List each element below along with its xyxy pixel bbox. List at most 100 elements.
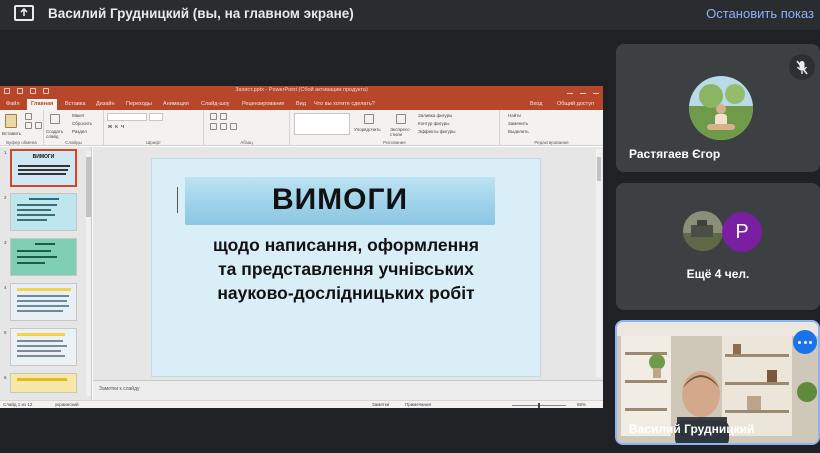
slide-editor: ВИМОГИ щодо написання, оформлення та пре… [93, 147, 603, 400]
tab-insert[interactable]: Вставка [65, 101, 85, 107]
thumb-line [17, 262, 45, 264]
thumb-line [18, 173, 66, 175]
copy-icon[interactable] [25, 122, 32, 129]
slide-thumbnail-5[interactable] [10, 328, 77, 366]
drawing-group-label: Рисование [383, 140, 406, 145]
current-slide[interactable]: ВИМОГИ щодо написання, оформлення та пре… [151, 158, 541, 377]
scrollbar-thumb[interactable] [86, 157, 91, 217]
tab-animations[interactable]: Анимация [163, 101, 189, 107]
window-controls [567, 88, 599, 94]
arrange-icon[interactable] [364, 114, 374, 124]
new-slide-icon[interactable] [50, 114, 60, 124]
tab-slideshow[interactable]: Слайд-шоу [201, 101, 230, 107]
select-button[interactable]: Выделить [508, 129, 529, 134]
tab-view[interactable]: Вид [296, 101, 306, 107]
presenting-bar: Василий Грудницкий (вы, на главном экран… [0, 0, 820, 30]
tab-home[interactable]: Главная [27, 99, 58, 110]
format-painter-icon[interactable] [35, 122, 42, 129]
stop-presenting-button[interactable]: Остановить показ [706, 6, 814, 21]
find-button[interactable]: Найти [508, 113, 521, 118]
thumb-number: 5 [4, 330, 7, 335]
notes-pane[interactable]: Заметки к слайду [93, 380, 603, 400]
thumb-number: 6 [4, 375, 7, 380]
shape-outline-button[interactable]: Контур фигуры [418, 121, 449, 126]
maximize-icon[interactable] [580, 88, 586, 94]
zoom-slider-handle[interactable] [538, 402, 540, 408]
group-drawing: Упорядочить Экспресс-стили Заливка фигур… [290, 110, 500, 146]
slide-thumbnail-2[interactable] [10, 193, 77, 231]
zoom-level[interactable]: 65% [577, 402, 586, 407]
align-left-icon[interactable] [210, 123, 217, 130]
bullets-icon[interactable] [210, 113, 217, 120]
new-slide-button[interactable]: Создать слайд [46, 129, 70, 139]
slide-subtitle-line: щодо написання, оформлення [213, 235, 479, 255]
quick-styles-button[interactable]: Экспресс-стили [390, 127, 412, 137]
thumbnails-scrollbar[interactable] [86, 151, 91, 396]
ribbon: Вставить Буфер обмена Создать слайд Маке… [0, 110, 603, 146]
scrollbar-thumb[interactable] [597, 157, 601, 181]
quick-styles-icon[interactable] [396, 114, 406, 124]
more-options-button[interactable] [793, 330, 817, 354]
notes-toggle[interactable]: Заметки [372, 402, 389, 407]
layout-button[interactable]: Макет [72, 113, 85, 118]
shape-effects-button[interactable]: Эффекты фигуры [418, 129, 456, 134]
slide-thumbnail-1[interactable]: ВИМОГИ [10, 149, 77, 187]
tab-file[interactable]: Файл [6, 101, 20, 107]
slide-subtitle-line: та представлення учнівських [218, 259, 474, 279]
minimize-icon[interactable] [567, 88, 573, 94]
language-indicator[interactable]: украинский [55, 402, 78, 407]
presenter-title: Василий Грудницкий (вы, на главном экран… [48, 6, 354, 21]
align-center-icon[interactable] [220, 123, 227, 130]
comments-toggle[interactable]: Примечания [405, 402, 431, 407]
share-button[interactable]: Общий доступ [557, 101, 594, 107]
section-button[interactable]: Раздел [72, 129, 87, 134]
font-size-select[interactable] [149, 113, 163, 121]
cut-icon[interactable] [25, 113, 32, 120]
slide-scrollbar[interactable] [596, 149, 602, 377]
slide-thumbnail-6[interactable] [10, 373, 77, 393]
font-format-buttons[interactable]: ЖКЧ [108, 124, 127, 129]
shapes-gallery[interactable] [294, 113, 350, 135]
self-video-tile[interactable]: Василий Грудницкий [615, 320, 820, 445]
slide-thumbnail-3[interactable] [10, 238, 77, 276]
group-slides: Создать слайд Макет Сбросить Раздел Слай… [44, 110, 104, 146]
clipboard-group-label: Буфер обмена [6, 140, 37, 145]
thumb-line [29, 198, 59, 200]
dot [803, 341, 807, 344]
slide-title-box[interactable]: ВИМОГИ [177, 177, 495, 225]
shape-fill-button[interactable]: Заливка фигуры [418, 113, 452, 118]
paste-icon[interactable] [5, 114, 17, 128]
tell-me-search[interactable]: Что вы хотите сделать? [314, 101, 375, 107]
font-family-select[interactable] [107, 113, 147, 121]
thumb-line [17, 204, 57, 206]
slide-thumbnail-4[interactable] [10, 283, 77, 321]
sign-in-link[interactable]: Вход [530, 101, 542, 107]
align-right-icon[interactable] [230, 123, 237, 130]
participant-letter-avatar: P [722, 212, 762, 252]
thumb-number: 4 [4, 285, 7, 290]
present-screen-icon [14, 5, 34, 21]
font-group-label: Шрифт [146, 140, 161, 145]
thumb-line [17, 219, 47, 221]
arrange-button[interactable]: Упорядочить [354, 127, 381, 132]
tab-transitions[interactable]: Переходы [126, 101, 152, 107]
participant-name: Растягаев Єгор [629, 147, 721, 161]
numbering-icon[interactable] [220, 113, 227, 120]
notes-placeholder: Заметки к слайду [99, 386, 140, 392]
close-icon[interactable] [593, 88, 599, 94]
ppt-window-title: Захист.pptx - PowerPoint (Сбой активации… [235, 87, 368, 93]
thumb-line [17, 310, 63, 312]
thumb-line [17, 305, 69, 307]
thumb-line [17, 288, 71, 291]
paste-label[interactable]: Вставить [2, 131, 21, 136]
tab-design[interactable]: Дизайн [96, 101, 115, 107]
participant-avatar [689, 76, 753, 140]
editing-group-label: Редактирование [534, 140, 569, 145]
reset-button[interactable]: Сбросить [72, 121, 92, 126]
more-participants-tile[interactable] [616, 183, 820, 310]
replace-button[interactable]: Заменить [508, 121, 528, 126]
slide-thumbnails-pane: 1 ВИМОГИ 2 3 4 5 6 [0, 147, 92, 400]
thumb-line [17, 214, 55, 216]
tab-review[interactable]: Рецензирование [242, 101, 284, 107]
thumb-title: ВИМОГИ [32, 154, 55, 160]
